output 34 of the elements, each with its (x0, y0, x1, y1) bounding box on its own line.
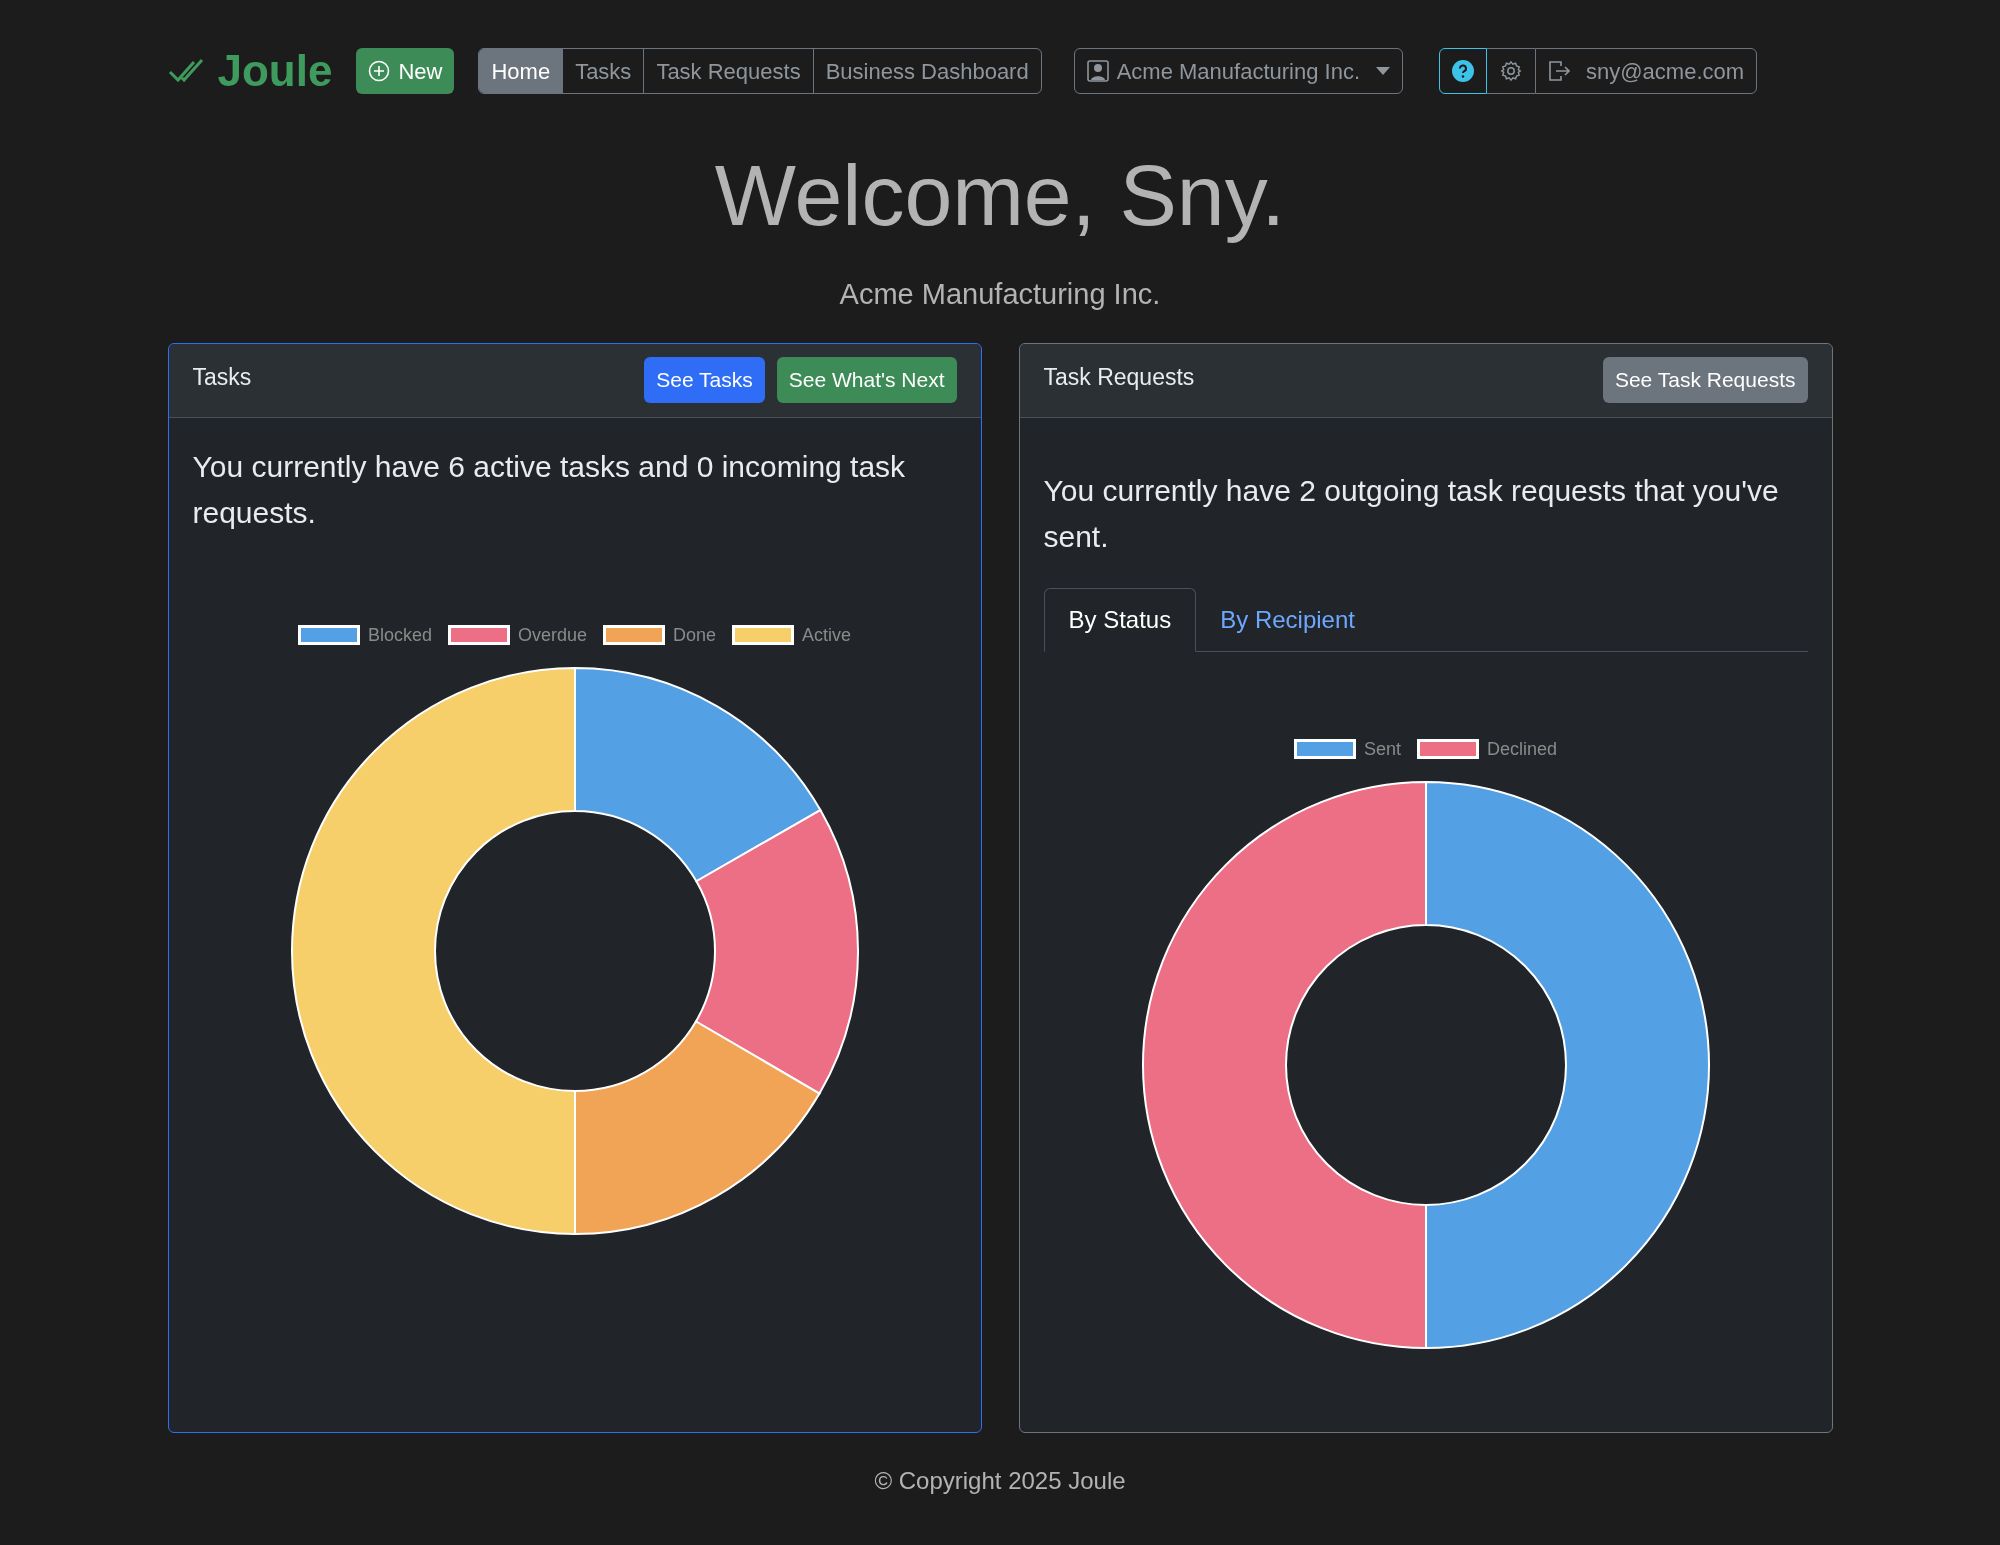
organization-subtitle: Acme Manufacturing Inc. (838, 277, 1162, 313)
card-action-button[interactable]: See Task Requests (1602, 357, 1808, 404)
settings-button[interactable] (1487, 48, 1536, 94)
nav-tab[interactable]: Business Dashboard (812, 49, 1041, 93)
card-summary: You currently have 2 outgoing task requests that you've sent. (1043, 472, 1780, 555)
question-icon (1452, 60, 1475, 82)
card-title: Tasks (192, 362, 253, 392)
chart-tab[interactable]: By Recipient (1196, 587, 1379, 652)
legend-label: Sent (1363, 737, 1401, 761)
help-button[interactable] (1439, 48, 1488, 94)
caret-icon (1376, 67, 1391, 75)
footer-copyright: © Copyright 2025 Joule (873, 1465, 1127, 1496)
brand-name[interactable]: Joule (217, 38, 333, 104)
legend-label: Overdue (517, 623, 587, 647)
new-button[interactable]: New (356, 48, 455, 94)
logout-icon (1548, 60, 1571, 82)
nav-tab[interactable]: Tasks (562, 49, 644, 93)
legend-label: Done (673, 623, 717, 647)
legend-label: Blocked (367, 623, 432, 647)
chart-tab[interactable]: By Status (1043, 587, 1197, 652)
settings-icon (1500, 60, 1523, 82)
card-title: Task Requests (1043, 362, 1196, 392)
card-action-button[interactable]: See What's Next (776, 357, 957, 404)
logout-button[interactable]: sny@acme.com (1535, 48, 1758, 94)
nav-tab[interactable]: Home (479, 49, 563, 93)
legend-label: Active (802, 623, 852, 647)
plus-circle-icon (368, 60, 391, 82)
card-action-button[interactable]: See Tasks (644, 357, 765, 404)
welcome-heading: Welcome, Sny. (714, 146, 1286, 245)
legend-label: Declined (1487, 737, 1558, 761)
person-icon (1086, 60, 1109, 82)
organization-dropdown[interactable]: Acme Manufacturing Inc. (1073, 48, 1404, 94)
card-summary: You currently have 6 active tasks and 0 incoming task requests. (192, 448, 907, 531)
nav-tab[interactable]: Task Requests (643, 49, 813, 93)
